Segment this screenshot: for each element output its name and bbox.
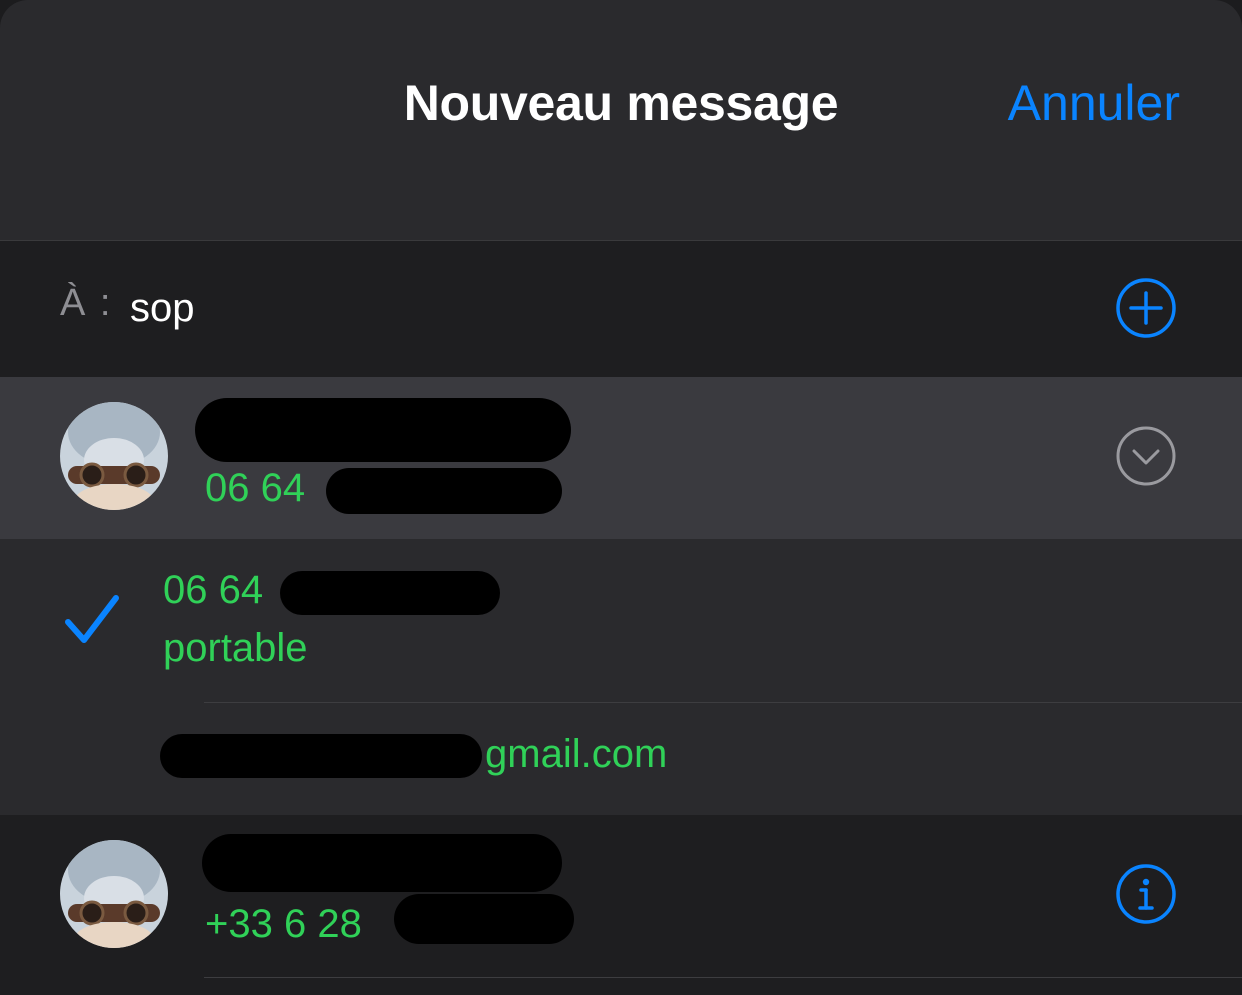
contact-row[interactable] bbox=[0, 815, 1242, 995]
expand-contact-button[interactable] bbox=[1115, 425, 1177, 487]
contact-photo-icon bbox=[60, 840, 168, 948]
checkmark-icon bbox=[65, 595, 119, 643]
phone-redacted bbox=[326, 468, 562, 514]
contact-photo-icon bbox=[60, 402, 168, 510]
add-contact-button[interactable] bbox=[1115, 277, 1177, 339]
contact-name-redacted bbox=[195, 398, 571, 462]
contact-info-button[interactable] bbox=[1115, 863, 1177, 925]
contact-row-selected[interactable] bbox=[0, 377, 1242, 539]
recipient-input[interactable]: sop bbox=[130, 286, 195, 331]
contact-phone: +33 6 28 bbox=[205, 902, 362, 946]
detail-phone-type: portable bbox=[163, 626, 308, 670]
divider bbox=[204, 977, 1242, 978]
email-domain: gmail.com bbox=[485, 732, 668, 776]
chevron-down-circle-icon bbox=[1116, 426, 1176, 486]
selected-phone-checkmark bbox=[62, 592, 122, 648]
recipient-label: À : bbox=[60, 282, 113, 324]
plus-circle-icon bbox=[1116, 278, 1176, 338]
divider bbox=[204, 702, 1242, 703]
email-redacted bbox=[160, 734, 482, 778]
contact-name-redacted bbox=[202, 834, 562, 892]
contact-phone: 06 64 bbox=[205, 466, 306, 510]
navigation-header: Nouveau message Annuler bbox=[0, 0, 1242, 241]
cancel-button[interactable]: Annuler bbox=[1008, 74, 1180, 132]
phone-redacted bbox=[280, 571, 500, 615]
phone-redacted bbox=[394, 894, 574, 944]
new-message-sheet: Nouveau message Annuler À : sop 06 64 06… bbox=[0, 0, 1242, 995]
avatar bbox=[60, 402, 168, 510]
avatar bbox=[60, 840, 168, 948]
detail-phone-option[interactable]: 06 64 bbox=[163, 568, 263, 613]
info-circle-icon bbox=[1116, 864, 1176, 924]
